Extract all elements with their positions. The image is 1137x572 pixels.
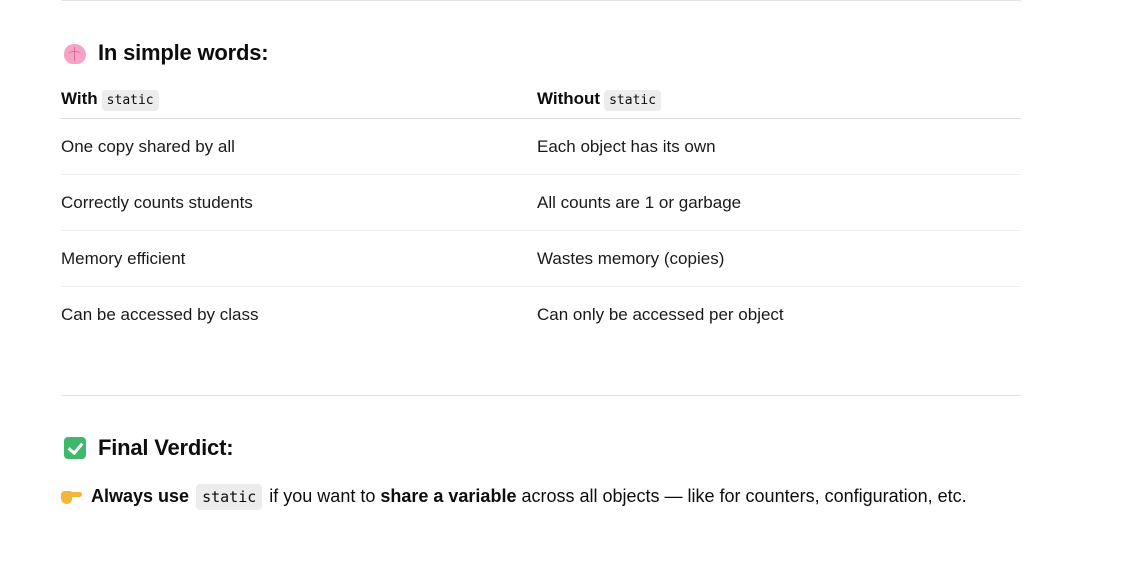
paragraph-text: across all objects — like for counters, …	[521, 486, 967, 506]
table-cell: Wastes memory (copies)	[537, 230, 1021, 287]
table-cell: Correctly counts students	[61, 174, 537, 231]
inline-code: static	[604, 90, 662, 111]
column-header-label: With	[61, 89, 98, 108]
table-row: Can be accessed by class Can only be acc…	[61, 287, 1021, 343]
table-cell: Can be accessed by class	[61, 304, 259, 324]
section-heading-final-verdict: Final Verdict:	[63, 435, 234, 461]
heading-text: In simple words:	[98, 40, 269, 65]
inline-code: static	[101, 90, 159, 111]
table-row: Memory efficient Wastes memory (copies)	[61, 230, 1021, 287]
table-cell: Memory efficient	[61, 230, 537, 287]
heading-text: Final Verdict:	[98, 435, 234, 460]
comparison-table: With static Without static One copy shared…	[61, 80, 1021, 342]
table-cell: Can only be accessed per object	[537, 304, 784, 324]
table-cell: All counts are 1 or garbage	[537, 174, 1021, 231]
table-row: Correctly counts students All counts are…	[61, 174, 1021, 231]
inline-code: static	[196, 484, 263, 510]
table-header-row: With static Without static	[61, 80, 1021, 119]
check-mark-button-icon	[63, 436, 87, 460]
section-heading-simple-words: In simple words:	[63, 40, 269, 66]
verdict-paragraph: Always use static if you want to share a…	[61, 478, 1021, 515]
table-cell: Each object has its own	[537, 118, 1021, 175]
brain-icon	[63, 41, 87, 65]
column-header-label: Without	[537, 89, 601, 108]
column-header-with-static: With static	[61, 80, 537, 119]
divider	[61, 0, 1021, 1]
emphasis-text: Always use	[91, 486, 190, 506]
column-header-without-static: Without static	[537, 80, 1021, 119]
emphasis-text: share a variable	[380, 486, 517, 506]
table-row: One copy shared by all Each object has i…	[61, 118, 1021, 175]
pointing-right-hand-icon	[61, 488, 82, 504]
table-cell: One copy shared by all	[61, 118, 537, 175]
paragraph-text: if you want to	[269, 486, 376, 506]
divider	[61, 395, 1021, 396]
